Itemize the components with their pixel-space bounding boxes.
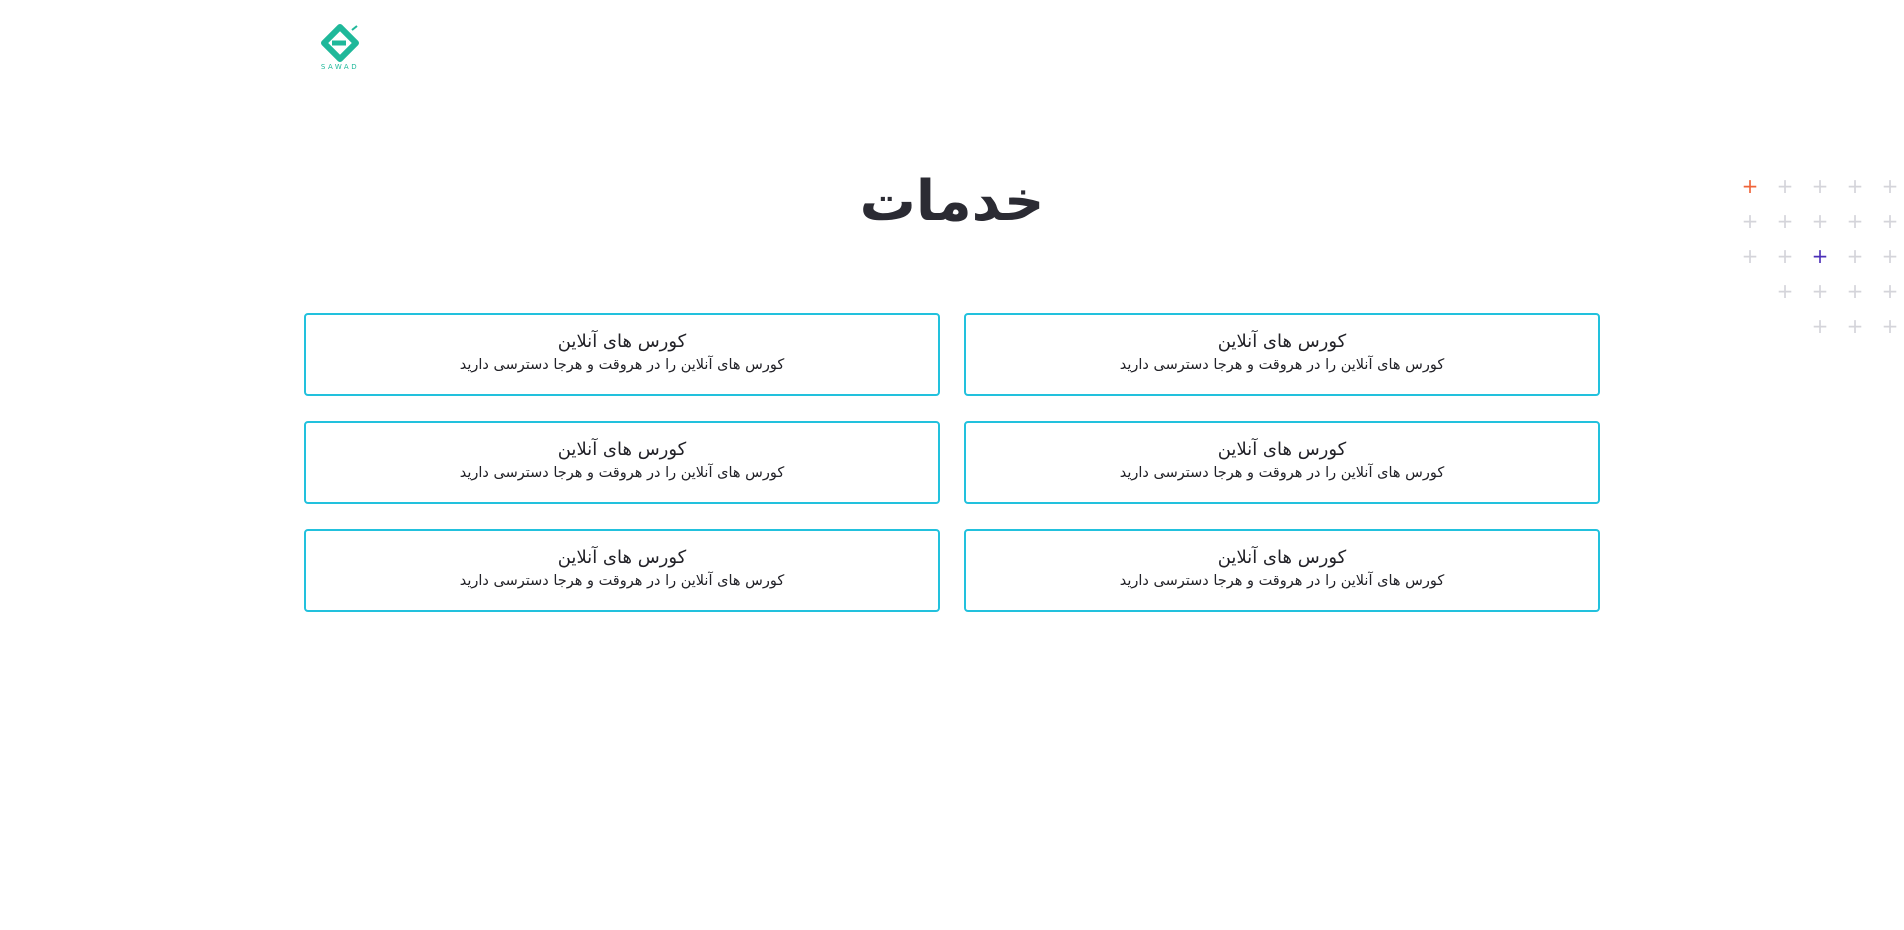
plus-icon: + <box>1811 314 1829 338</box>
plus-icon: + <box>1741 174 1759 198</box>
plus-icon: + <box>1776 209 1794 233</box>
service-card-title: کورس های آنلاین <box>1217 331 1347 352</box>
plus-icon: + <box>1811 209 1829 233</box>
plus-icon: + <box>1881 279 1899 303</box>
plus-pattern-decoration: + + + + + + + + + + + + + + + + + + + + … <box>1740 172 1904 342</box>
service-card-description: کورس های آنلاین را در هروقت و هرجا دسترس… <box>459 573 785 589</box>
service-card-description: کورس های آنلاین را در هروقت و هرجا دسترس… <box>1119 357 1445 373</box>
plus-icon: + <box>1811 174 1829 198</box>
plus-icon: + <box>1846 314 1864 338</box>
plus-icon: + <box>1846 244 1864 268</box>
plus-icon: + <box>1881 244 1899 268</box>
service-card[interactable]: کورس های آنلاین کورس های آنلاین را در هر… <box>304 529 940 612</box>
service-card-title: کورس های آنلاین <box>557 331 687 352</box>
services-grid: کورس های آنلاین کورس های آنلاین را در هر… <box>304 313 1600 612</box>
logo-wordmark: SAWAD <box>320 63 360 71</box>
plus-icon: + <box>1776 174 1794 198</box>
service-card[interactable]: کورس های آنلاین کورس های آنلاین را در هر… <box>964 421 1600 504</box>
plus-icon: + <box>1741 244 1759 268</box>
plus-icon: + <box>1741 209 1759 233</box>
service-card[interactable]: کورس های آنلاین کورس های آنلاین را در هر… <box>964 529 1600 612</box>
service-card-description: کورس های آنلاین را در هروقت و هرجا دسترس… <box>1119 573 1445 589</box>
service-card-title: کورس های آنلاین <box>557 439 687 460</box>
service-card-description: کورس های آنلاین را در هروقت و هرجا دسترس… <box>459 357 785 373</box>
plus-icon: + <box>1846 174 1864 198</box>
sawad-logo-icon <box>321 24 359 62</box>
plus-icon: + <box>1881 174 1899 198</box>
page-title: خدمات <box>859 169 1045 234</box>
sawad-logo[interactable]: SAWAD <box>316 24 364 74</box>
service-card-title: کورس های آنلاین <box>557 547 687 568</box>
service-card[interactable]: کورس های آنلاین کورس های آنلاین را در هر… <box>964 313 1600 396</box>
plus-icon: + <box>1776 244 1794 268</box>
service-card-description: کورس های آنلاین را در هروقت و هرجا دسترس… <box>1119 465 1445 481</box>
plus-icon: + <box>1776 279 1794 303</box>
plus-icon: + <box>1846 209 1864 233</box>
plus-icon: + <box>1881 209 1899 233</box>
service-card-title: کورس های آنلاین <box>1217 547 1347 568</box>
service-card[interactable]: کورس های آنلاین کورس های آنلاین را در هر… <box>304 313 940 396</box>
plus-icon: + <box>1846 279 1864 303</box>
plus-icon: + <box>1811 244 1829 268</box>
plus-icon: + <box>1811 279 1829 303</box>
plus-icon: + <box>1881 314 1899 338</box>
service-card-title: کورس های آنلاین <box>1217 439 1347 460</box>
service-card[interactable]: کورس های آنلاین کورس های آنلاین را در هر… <box>304 421 940 504</box>
service-card-description: کورس های آنلاین را در هروقت و هرجا دسترس… <box>459 465 785 481</box>
